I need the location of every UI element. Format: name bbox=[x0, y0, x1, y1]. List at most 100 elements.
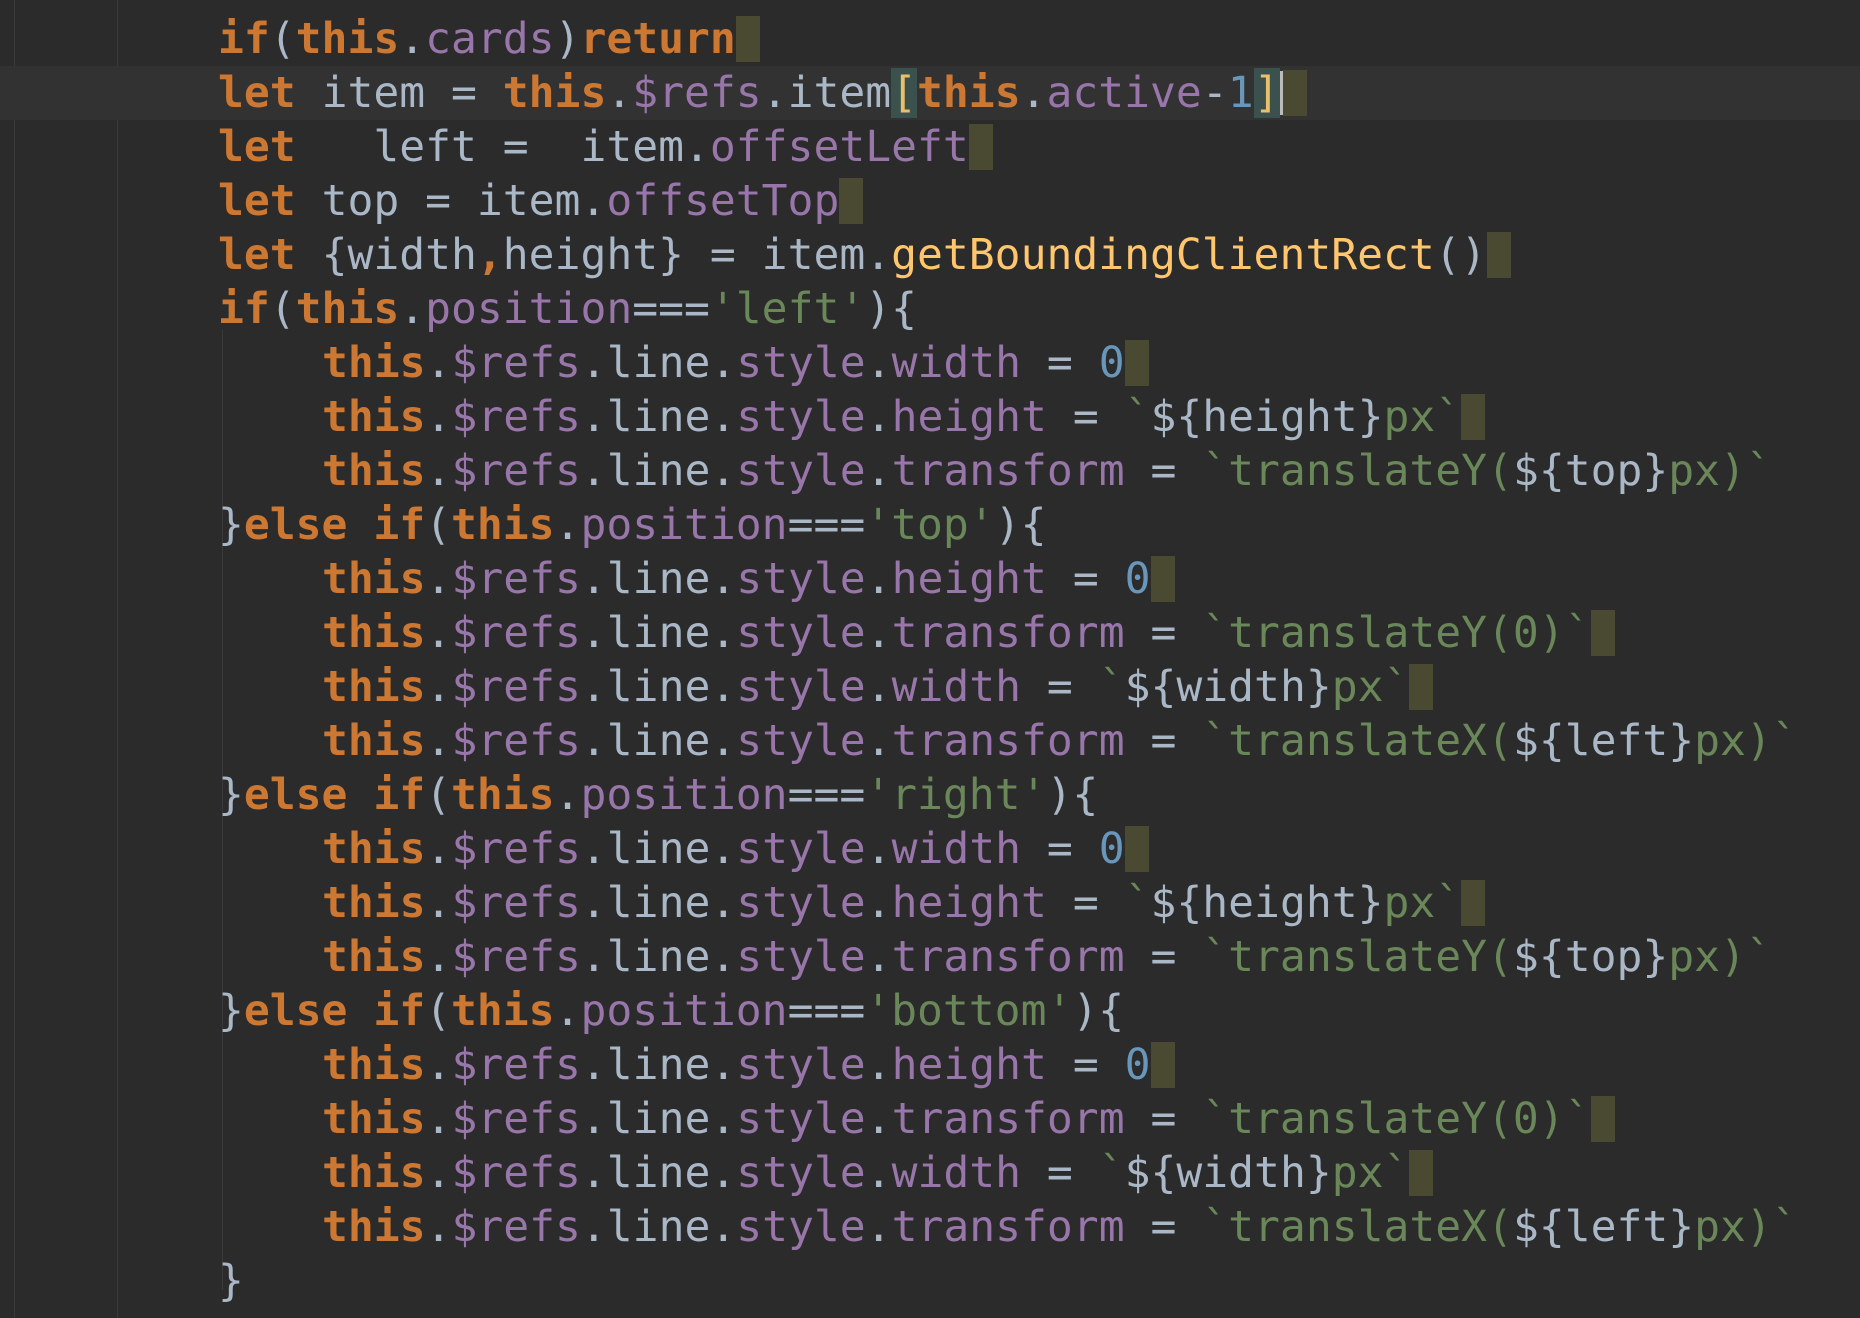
code-line[interactable]: this.$refs.line.style.height = `${height… bbox=[0, 876, 1860, 930]
code-token: = bbox=[1124, 716, 1203, 766]
code-line[interactable]: this.$refs.line.style.width = 0 bbox=[0, 336, 1860, 390]
code-token: . bbox=[865, 716, 892, 766]
code-token: $refs bbox=[451, 446, 581, 496]
code-line[interactable]: this.$refs.line.style.height = 0 bbox=[0, 1038, 1860, 1092]
line-end-marker bbox=[735, 15, 760, 62]
code-line[interactable]: this.$refs.line.style.width = `${width}p… bbox=[0, 660, 1860, 714]
code-line[interactable]: }else if(this.position==='right'){ bbox=[0, 768, 1860, 822]
code-token: = bbox=[1124, 608, 1203, 658]
code-token: ` bbox=[1124, 878, 1151, 928]
code-token: return bbox=[580, 14, 736, 64]
code-token: . bbox=[554, 500, 581, 550]
code-token: ( bbox=[269, 14, 296, 64]
code-token: . bbox=[425, 446, 452, 496]
code-token: this bbox=[322, 554, 426, 604]
code-token: offsetLeft bbox=[709, 122, 969, 172]
code-token: $refs bbox=[451, 1040, 581, 1090]
code-token: transform bbox=[891, 1202, 1125, 1252]
code-token: . bbox=[554, 986, 581, 1036]
code-token: transform bbox=[891, 716, 1125, 766]
code-line-current[interactable]: let item = this.$refs.item[this.active-1… bbox=[0, 66, 1860, 120]
code-line[interactable]: this.$refs.line.style.width = `${width}p… bbox=[0, 1146, 1860, 1200]
code-token: ){ bbox=[994, 500, 1047, 550]
code-token: = bbox=[1124, 1094, 1203, 1144]
code-token: .line. bbox=[580, 662, 737, 712]
code-token: style bbox=[736, 662, 866, 712]
code-token: . bbox=[425, 824, 452, 874]
code-token: 'bottom' bbox=[865, 986, 1073, 1036]
code-line[interactable]: let top = item.offsetTop bbox=[0, 174, 1860, 228]
code-token: $refs bbox=[451, 932, 581, 982]
code-token: [ bbox=[891, 68, 918, 118]
code-line[interactable]: this.$refs.line.style.height = `${height… bbox=[0, 390, 1860, 444]
code-token: .line. bbox=[580, 1148, 737, 1198]
code-token: $refs bbox=[451, 1202, 581, 1252]
line-end-marker bbox=[1461, 393, 1486, 440]
code-token: `translateY( bbox=[1202, 932, 1513, 982]
code-token: px)` bbox=[1668, 932, 1772, 982]
line-end-marker bbox=[1282, 69, 1307, 116]
code-line[interactable]: this.$refs.line.style.transform = `trans… bbox=[0, 606, 1860, 660]
code-line[interactable]: this.$refs.line.style.width = 0 bbox=[0, 822, 1860, 876]
code-token: getBoundingClientRect bbox=[891, 230, 1435, 280]
code-token: let bbox=[218, 176, 322, 226]
code-token: this bbox=[322, 446, 426, 496]
code-token: this bbox=[322, 608, 426, 658]
code-line[interactable]: this.$refs.line.style.transform = `trans… bbox=[0, 1092, 1860, 1146]
code-token: . bbox=[425, 1202, 452, 1252]
code-token: 0 bbox=[1124, 554, 1151, 604]
code-line[interactable]: let left = item.offsetLeft bbox=[0, 120, 1860, 174]
code-token: ( bbox=[425, 500, 451, 550]
code-token: let bbox=[218, 230, 322, 280]
code-token: height bbox=[891, 1040, 1047, 1090]
code-line[interactable]: this.$refs.line.style.transform = `trans… bbox=[0, 930, 1860, 984]
code-token: style bbox=[736, 932, 866, 982]
code-line[interactable]: this.$refs.line.style.height = 0 bbox=[0, 552, 1860, 606]
code-token: style bbox=[736, 878, 866, 928]
code-token: this bbox=[322, 1202, 426, 1252]
code-token: . bbox=[554, 770, 581, 820]
code-token: this bbox=[322, 878, 426, 928]
code-token: . bbox=[865, 392, 892, 442]
code-token: px)` bbox=[1694, 716, 1798, 766]
code-token: px)` bbox=[1694, 1202, 1798, 1252]
code-token: `translateX( bbox=[1202, 1202, 1513, 1252]
code-token: height bbox=[891, 554, 1047, 604]
code-line[interactable]: let {width,height} = item.getBoundingCli… bbox=[0, 228, 1860, 282]
code-token: $refs bbox=[451, 1094, 581, 1144]
code-token: `translateY(0)` bbox=[1202, 1094, 1591, 1144]
code-token: width bbox=[891, 338, 1022, 388]
code-token: .line. bbox=[580, 392, 737, 442]
code-token: . bbox=[425, 878, 452, 928]
code-token: . bbox=[865, 1094, 892, 1144]
code-token: = bbox=[1046, 1040, 1125, 1090]
code-token: this bbox=[322, 392, 426, 442]
code-token: ( bbox=[425, 986, 451, 1036]
code-token: . bbox=[425, 554, 452, 604]
code-token: $refs bbox=[632, 68, 762, 118]
code-token: . bbox=[425, 662, 452, 712]
code-line[interactable]: }else if(this.position==='bottom'){ bbox=[0, 984, 1860, 1038]
code-token: . bbox=[425, 1094, 452, 1144]
line-end-marker bbox=[1461, 879, 1486, 926]
code-token: if bbox=[218, 14, 270, 64]
code-line[interactable]: } bbox=[0, 1254, 1860, 1308]
code-line[interactable]: if(this.cards)return bbox=[0, 12, 1860, 66]
code-line[interactable]: }else if(this.position==='top'){ bbox=[0, 498, 1860, 552]
code-token: . bbox=[399, 14, 426, 64]
code-token: this bbox=[322, 824, 426, 874]
code-token: offsetTop bbox=[606, 176, 840, 226]
code-token: . bbox=[425, 608, 452, 658]
code-editor[interactable]: if(this.cards)return let item = this.$ref… bbox=[0, 0, 1860, 1318]
code-token: 0 bbox=[1098, 338, 1125, 388]
line-end-marker bbox=[1590, 609, 1615, 656]
code-line[interactable]: this.$refs.line.style.transform = `trans… bbox=[0, 444, 1860, 498]
code-line[interactable]: this.$refs.line.style.transform = `trans… bbox=[0, 1200, 1860, 1254]
line-end-marker bbox=[1124, 825, 1149, 872]
code-token: ){ bbox=[1072, 986, 1125, 1036]
code-line[interactable]: this.$refs.line.style.transform = `trans… bbox=[0, 714, 1860, 768]
code-token: ( bbox=[269, 284, 296, 334]
code-token: ` bbox=[1098, 662, 1125, 712]
code-token: . bbox=[865, 1202, 892, 1252]
code-line[interactable]: if(this.position==='left'){ bbox=[0, 282, 1860, 336]
